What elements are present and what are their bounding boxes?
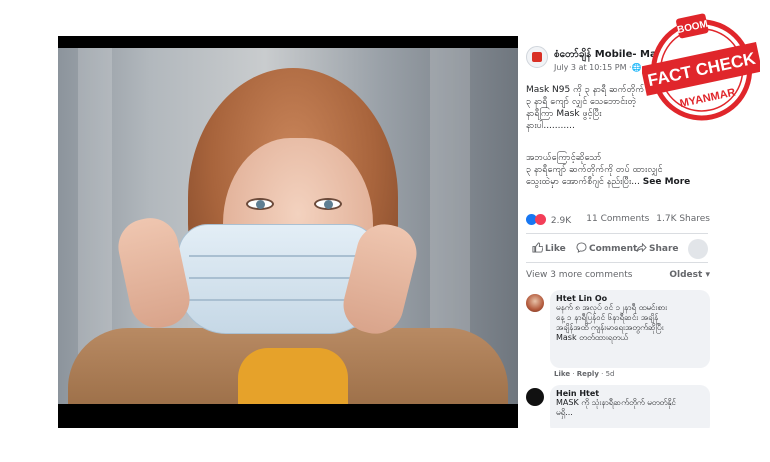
comment-age[interactable]: 5d bbox=[606, 370, 615, 378]
post-body-2: အဘယ်ကြောင့်ဆိုသော် ၃ နာရီကျော် ဆက်တိုက်က… bbox=[526, 152, 712, 188]
comment-bubble: Hein Htet MASK ကို သုံးနာရီဆက်တိုက် မတတ်… bbox=[550, 385, 710, 428]
comment-reply-link[interactable]: Reply bbox=[577, 370, 599, 378]
viewer-avatar-selector[interactable] bbox=[688, 239, 708, 259]
chevron-down-icon: ▾ bbox=[705, 270, 710, 280]
woman-eye-left bbox=[246, 198, 274, 210]
like-button[interactable]: Like bbox=[532, 242, 566, 254]
fact-check-stamp: BOOM FACT CHECK MYANMAR bbox=[642, 13, 760, 121]
comment-icon bbox=[576, 242, 587, 253]
commenter-avatar[interactable] bbox=[526, 388, 544, 406]
comment-label: Comment bbox=[589, 244, 638, 254]
commenter-name[interactable]: Htet Lin Oo bbox=[556, 294, 704, 303]
globe-icon: ·🌐 bbox=[629, 63, 642, 72]
page-avatar[interactable] bbox=[526, 46, 548, 68]
post-date[interactable]: July 3 at 10:15 PM ·🌐 bbox=[554, 63, 642, 72]
comment-button[interactable]: Comment bbox=[576, 242, 637, 254]
post-photo[interactable] bbox=[58, 36, 518, 428]
reaction-summary[interactable]: 2.9K bbox=[526, 214, 571, 226]
share-icon bbox=[636, 242, 647, 253]
reaction-love-icon bbox=[535, 214, 546, 225]
comment-meta: Like · Reply · 5d bbox=[554, 370, 615, 378]
see-more-link[interactable]: See More bbox=[643, 177, 691, 187]
divider bbox=[526, 262, 708, 263]
comment-sort-label: Oldest bbox=[669, 270, 703, 280]
comment-text: MASK ကို သုံးနာရီဆက်တိုက် မတတ်နိုင် မရှိ… bbox=[556, 398, 676, 417]
left-hand bbox=[113, 212, 195, 334]
comment-like-link[interactable]: Like bbox=[554, 370, 570, 378]
woman-sweater bbox=[238, 348, 348, 404]
comments-shares-summary: 11 Comments 1.7K Shares bbox=[586, 214, 710, 224]
like-icon bbox=[532, 242, 544, 253]
view-more-comments-link[interactable]: View 3 more comments bbox=[526, 270, 632, 280]
shares-count[interactable]: 1.7K Shares bbox=[656, 214, 710, 224]
comment-sort-dropdown[interactable]: Oldest ▾ bbox=[669, 270, 710, 280]
photo-scene bbox=[58, 48, 518, 404]
reaction-count: 2.9K bbox=[550, 216, 572, 226]
commenter-avatar[interactable] bbox=[526, 294, 544, 312]
screenshot-canvas: စံတော်ချိန် Mobile- Mawla July 3 at 10:1… bbox=[0, 0, 770, 462]
like-label: Like bbox=[545, 244, 566, 254]
comments-count[interactable]: 11 Comments bbox=[586, 214, 649, 224]
commenter-name[interactable]: Hein Htet bbox=[556, 389, 704, 398]
woman-eye-right bbox=[314, 198, 342, 210]
share-label: Share bbox=[649, 244, 679, 254]
post-date-text: July 3 at 10:15 PM bbox=[554, 63, 627, 72]
comment-bubble: Htet Lin Oo မနက် ၈ အလုပ် ဝင် ၁၂နာရီ ထမင်… bbox=[550, 290, 710, 368]
share-button[interactable]: Share bbox=[636, 242, 679, 254]
divider bbox=[526, 233, 708, 234]
comment-text: မနက် ၈ အလုပ် ဝင် ၁၂နာရီ ထမင်းစား နေ့ ၁ န… bbox=[556, 303, 668, 342]
